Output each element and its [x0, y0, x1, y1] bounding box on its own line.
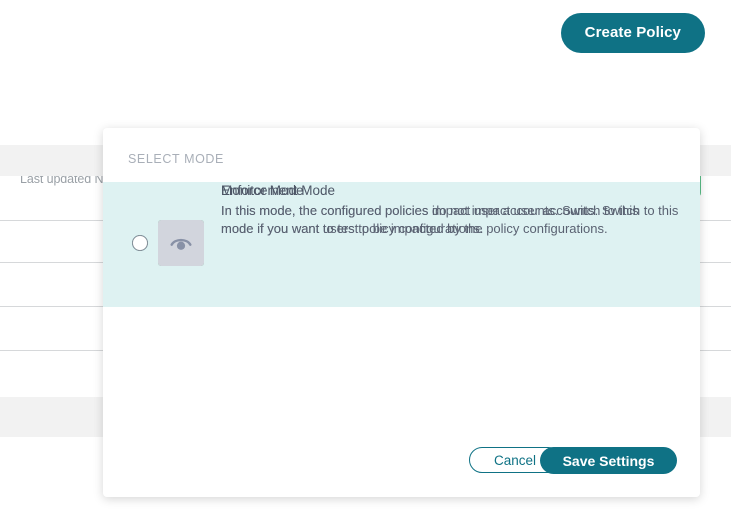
mode-option-monitor[interactable]: [103, 307, 700, 432]
secondary-toolbar: Last updated November 25, 2021, 15:28 IS…: [0, 80, 731, 124]
select-mode-dialog: SELECT MODE Enforcement Mode In this mod…: [103, 128, 700, 497]
create-policy-button[interactable]: Create Policy: [561, 13, 705, 53]
eye-icon: [158, 220, 204, 266]
top-toolbar: Create Policy: [0, 0, 731, 72]
dialog-title: SELECT MODE: [128, 152, 224, 166]
dialog-footer: Cancel Save Settings: [103, 432, 700, 497]
mode-title-monitor: Monitor Mode: [221, 183, 681, 198]
radio-monitor[interactable]: [132, 235, 148, 251]
mode-description-monitor: In this mode, the configured policies do…: [221, 202, 681, 238]
mode-text-monitor: Monitor Mode In this mode, the configure…: [221, 183, 681, 238]
save-settings-button[interactable]: Save Settings: [540, 447, 677, 474]
